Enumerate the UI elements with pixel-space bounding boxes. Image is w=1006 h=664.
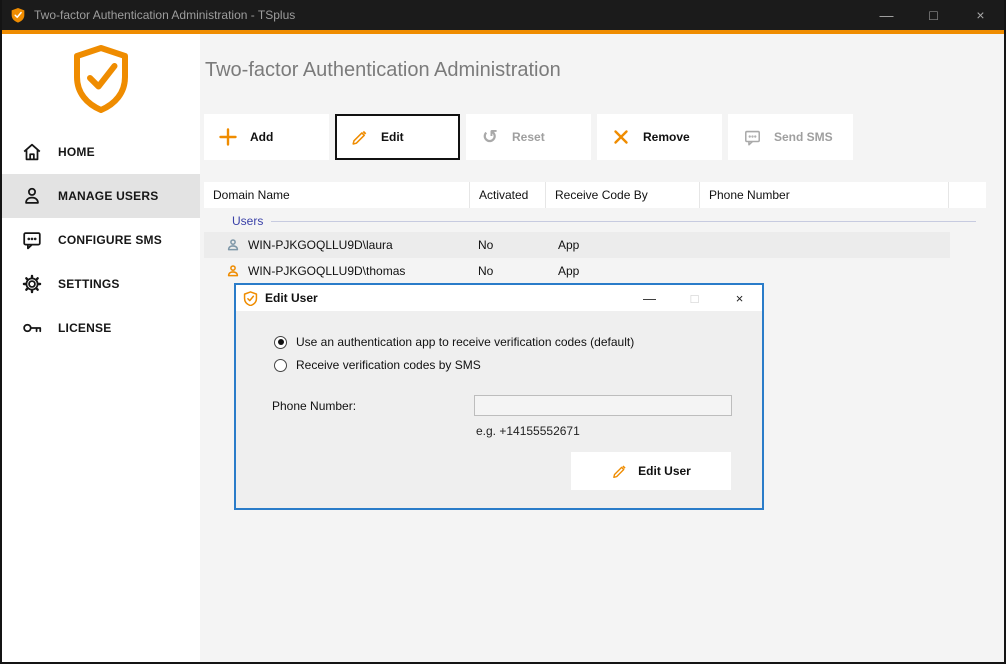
table-row[interactable]: WIN-PJKGOQLLU9D\laura No App [204,232,950,258]
dialog-maximize-icon: □ [672,285,717,311]
sms-bubble-icon [742,128,762,147]
radio-option-sms[interactable]: Receive verification codes by SMS [274,358,481,372]
gear-icon [20,273,44,295]
table-row[interactable]: WIN-PJKGOQLLU9D\thomas No App [204,258,950,284]
dialog-body: Use an authentication app to receive ver… [236,311,762,510]
sidebar-item-label: CONFIGURE SMS [58,233,162,247]
sidebar-item-manage-users[interactable]: MANAGE USERS [2,174,200,218]
reset-arrow-icon: ↺ [480,128,500,147]
reset-button[interactable]: ↺ Reset [466,114,591,160]
table-header: Domain Name Activated Receive Code By Ph… [204,182,986,208]
send-sms-button[interactable]: Send SMS [728,114,853,160]
tsplus-shield-logo [2,34,200,114]
user-icon [20,185,44,207]
dialog-minimize-icon[interactable]: — [627,285,672,311]
minimize-icon[interactable]: — [863,0,910,30]
sidebar-item-label: MANAGE USERS [58,189,158,203]
edit-user-dialog: Edit User — □ × Use an authentication ap… [234,283,764,510]
x-icon [611,129,631,145]
page-title: Two-factor Authentication Administration [205,59,1004,82]
column-header-phone[interactable]: Phone Number [700,182,949,208]
edit-button[interactable]: Edit [335,114,460,160]
pencil-icon [349,128,369,147]
group-divider-line [271,221,976,222]
sidebar-item-license[interactable]: LICENSE [2,306,200,350]
phone-number-hint: e.g. +14155552671 [476,424,580,438]
sidebar-item-label: HOME [58,145,95,159]
app-window: Two-factor Authentication Administration… [0,0,1006,664]
key-icon [20,317,44,339]
radio-option-app[interactable]: Use an authentication app to receive ver… [274,335,634,349]
dialog-title-bar: Edit User — □ × [236,285,762,311]
sidebar-item-label: SETTINGS [58,277,120,291]
dialog-title: Edit User [265,291,627,305]
sidebar-item-label: LICENSE [58,321,111,335]
phone-number-label: Phone Number: [272,399,356,413]
plus-icon [218,128,238,146]
group-header-users: Users [204,210,976,232]
sidebar-menu: HOME MANAGE USERS [2,130,200,350]
dialog-close-icon[interactable]: × [717,285,762,311]
add-button[interactable]: Add [204,114,329,160]
close-icon[interactable]: × [957,0,1004,30]
edit-user-submit-button[interactable]: Edit User [571,452,731,490]
pencil-icon [611,463,628,480]
title-bar: Two-factor Authentication Administration… [2,0,1004,30]
maximize-icon[interactable]: □ [910,0,957,30]
column-header-activated[interactable]: Activated [470,182,546,208]
remove-button[interactable]: Remove [597,114,722,160]
row-user-icon [226,238,240,252]
window-controls: — □ × [863,0,1004,30]
window-title: Two-factor Authentication Administration… [34,8,863,22]
app-shield-icon [10,7,26,23]
sidebar-item-configure-sms[interactable]: CONFIGURE SMS [2,218,200,262]
sidebar: HOME MANAGE USERS [2,34,200,662]
sidebar-item-home[interactable]: HOME [2,130,200,174]
users-table: Domain Name Activated Receive Code By Ph… [204,182,1004,284]
chat-bubble-icon [20,229,44,251]
column-header-empty [949,182,986,208]
radio-button-unselected[interactable] [274,359,287,372]
radio-button-selected[interactable] [274,336,287,349]
sidebar-item-settings[interactable]: SETTINGS [2,262,200,306]
column-header-domain[interactable]: Domain Name [204,182,470,208]
column-header-receive-code-by[interactable]: Receive Code By [546,182,700,208]
phone-number-input[interactable] [474,395,732,416]
dialog-shield-icon [243,291,258,306]
home-icon [20,141,44,163]
toolbar: Add Edit ↺ Reset [204,114,1004,160]
row-user-icon [226,264,240,278]
